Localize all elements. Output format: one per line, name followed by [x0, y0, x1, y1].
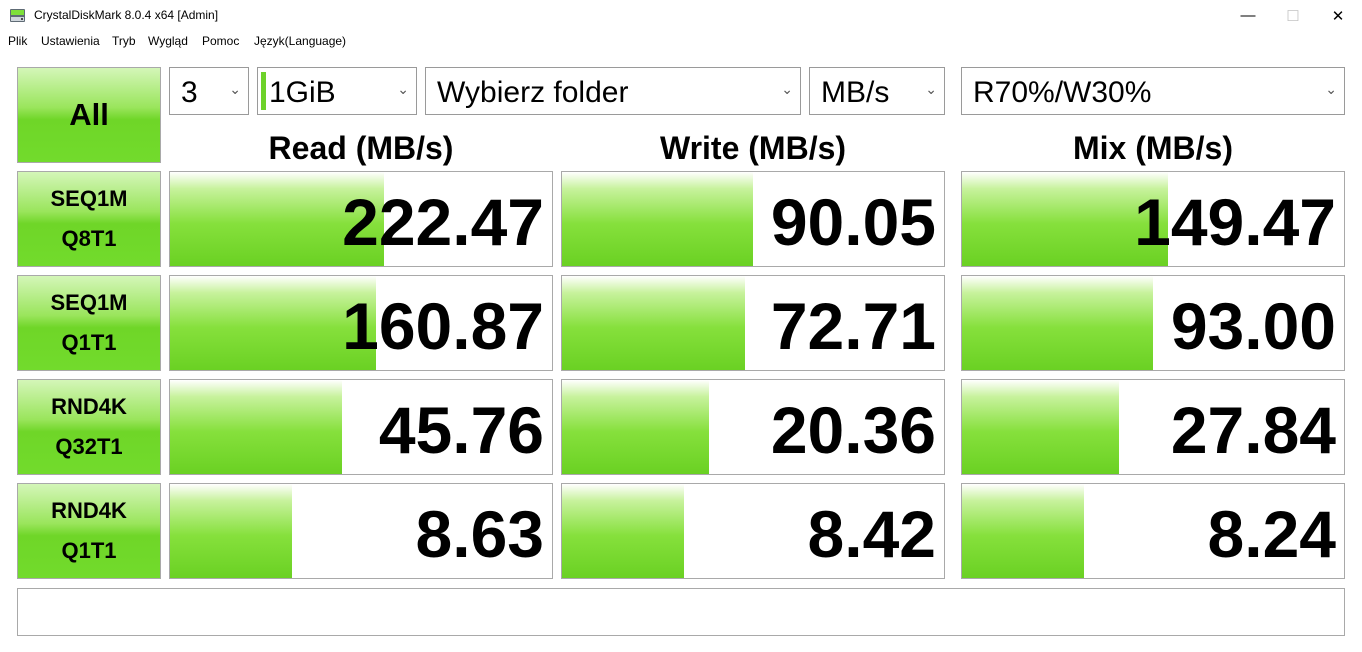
test-button-seq1m-q1t1[interactable]: SEQ1M Q1T1 [17, 275, 161, 371]
write-result-cell: 90.05 [561, 171, 945, 267]
mix-progress-fill [962, 276, 1153, 370]
menu-file[interactable]: Plik [8, 34, 27, 48]
chevron-down-icon: ⌄ [397, 81, 409, 97]
close-icon: ✕ [1331, 7, 1345, 25]
read-value: 8.63 [415, 497, 544, 571]
size-indicator-bar [261, 72, 266, 110]
write-result-cell: 8.42 [561, 483, 945, 579]
mix-value: 93.00 [1170, 289, 1336, 363]
test-size-value: 1GiB [269, 76, 336, 109]
chevron-down-icon: ⌄ [781, 81, 793, 97]
read-result-cell: 8.63 [169, 483, 553, 579]
write-progress-fill [562, 484, 685, 578]
write-column-header: Write (MB/s) [659, 130, 847, 166]
test-name: RND4K [51, 498, 127, 523]
write-value: 20.36 [770, 393, 936, 467]
test-count-select[interactable]: 3 ⌄ [169, 67, 249, 115]
write-result-cell: 72.71 [561, 275, 945, 371]
test-button-rnd4k-q1t1[interactable]: RND4K Q1T1 [17, 483, 161, 579]
all-button[interactable]: All [17, 67, 161, 163]
app-icon [10, 9, 25, 22]
read-result-cell: 160.87 [169, 275, 553, 371]
write-value: 8.42 [807, 497, 936, 571]
write-progress-fill [562, 172, 753, 266]
menu-help[interactable]: Pomoc [202, 34, 239, 48]
maximize-icon: ☐ [1286, 7, 1300, 25]
menu-settings[interactable]: Ustawienia [41, 34, 100, 48]
write-value: 72.71 [770, 289, 936, 363]
test-params: Q1T1 [61, 330, 117, 355]
menu-theme[interactable]: Wygląd [148, 34, 188, 48]
mix-column-header: Mix (MB/s) [1073, 130, 1233, 166]
minimize-icon: — [1240, 7, 1256, 24]
test-params: Q32T1 [55, 434, 123, 459]
read-value: 45.76 [378, 393, 544, 467]
menu-mode[interactable]: Tryb [112, 34, 136, 48]
write-progress-fill [562, 380, 710, 474]
mix-value: 8.24 [1207, 497, 1336, 571]
all-button-label: All [69, 97, 109, 132]
read-result-cell: 45.76 [169, 379, 553, 475]
target-folder-select[interactable]: Wybierz folder ⌄ [425, 67, 801, 115]
minimize-button[interactable]: — [1225, 0, 1271, 31]
close-button[interactable]: ✕ [1315, 0, 1361, 31]
test-params: Q8T1 [61, 226, 117, 251]
read-value: 222.47 [342, 185, 544, 259]
chevron-down-icon: ⌄ [229, 81, 241, 97]
mix-result-cell: 27.84 [961, 379, 1345, 475]
comment-field[interactable] [17, 588, 1345, 636]
read-progress-fill [170, 380, 342, 474]
test-button-rnd4k-q32t1[interactable]: RND4K Q32T1 [17, 379, 161, 475]
app-window: CrystalDiskMark 8.0.4 x64 [Admin] — ☐ ✕ … [0, 0, 1362, 652]
test-name: RND4K [51, 394, 127, 419]
test-count-value: 3 [181, 76, 198, 109]
mix-result-cell: 8.24 [961, 483, 1345, 579]
chevron-down-icon: ⌄ [1325, 81, 1337, 97]
window-title: CrystalDiskMark 8.0.4 x64 [Admin] [34, 8, 219, 22]
read-result-cell: 222.47 [169, 171, 553, 267]
mix-progress-fill [962, 484, 1085, 578]
mix-result-cell: 93.00 [961, 275, 1345, 371]
title-bar[interactable]: CrystalDiskMark 8.0.4 x64 [Admin] — ☐ ✕ [0, 0, 1362, 31]
mix-result-cell: 149.47 [961, 171, 1345, 267]
unit-select[interactable]: MB/s ⌄ [809, 67, 945, 115]
test-params: Q1T1 [61, 538, 117, 563]
unit-value: MB/s [821, 76, 890, 109]
read-progress-fill [170, 484, 293, 578]
target-folder-value: Wybierz folder [437, 76, 629, 109]
mix-value: 27.84 [1170, 393, 1336, 467]
mix-progress-fill [962, 380, 1119, 474]
read-value: 160.87 [342, 289, 544, 363]
mix-value: 149.47 [1134, 185, 1336, 259]
read-column-header: Read (MB/s) [268, 130, 454, 166]
mix-ratio-value: R70%/W30% [973, 76, 1152, 109]
write-result-cell: 20.36 [561, 379, 945, 475]
test-button-seq1m-q8t1[interactable]: SEQ1M Q8T1 [17, 171, 161, 267]
test-size-select[interactable]: 1GiB ⌄ [257, 67, 417, 115]
maximize-button[interactable]: ☐ [1270, 0, 1316, 31]
menu-bar: Plik Ustawienia Tryb Wygląd Pomoc Język(… [0, 31, 1362, 53]
write-progress-fill [562, 276, 746, 370]
chevron-down-icon: ⌄ [925, 81, 937, 97]
write-value: 90.05 [770, 185, 936, 259]
menu-language[interactable]: Język(Language) [254, 34, 346, 48]
test-name: SEQ1M [50, 290, 128, 315]
mix-ratio-select[interactable]: R70%/W30% ⌄ [961, 67, 1345, 115]
test-name: SEQ1M [50, 186, 128, 211]
